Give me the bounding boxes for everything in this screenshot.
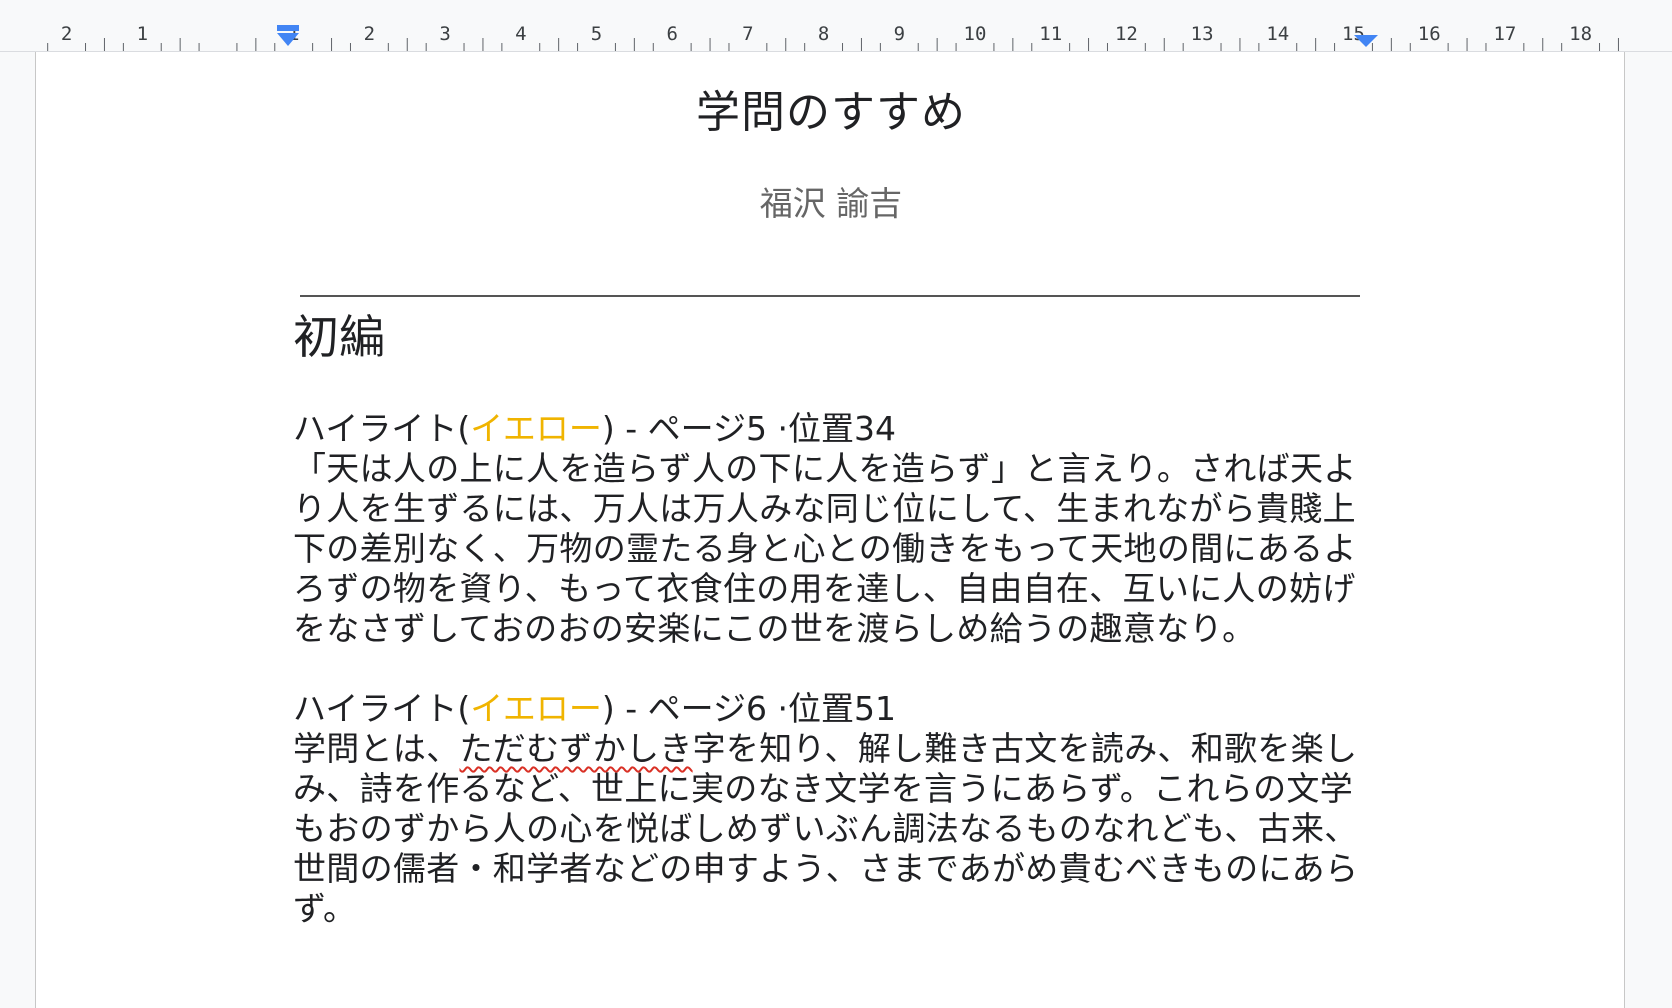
ruler-number: 17 — [1493, 23, 1516, 45]
ruler-number: 1 — [137, 23, 148, 45]
highlight-text-before: 学問とは、 — [293, 729, 460, 768]
document-body[interactable]: 初編 ハイライト(イエロー) - ページ5 ·位置34 「天は人の上に人を造らず… — [293, 307, 1373, 969]
ruler-number: 4 — [515, 23, 526, 45]
highlight-prefix: ハイライト( — [293, 689, 471, 728]
highlight-location: ) - ページ5 ·位置34 — [601, 409, 896, 448]
highlight-text[interactable]: 学問とは、ただむずかしき字を知り、解し難き古文を読み、和歌を楽しみ、詩を作るなど… — [293, 729, 1373, 929]
document-page[interactable]: 学問のすすめ 福沢 諭吉 初編 ハイライト(イエロー) - ページ5 ·位置34… — [35, 52, 1625, 1008]
horizontal-ruler[interactable]: 21123456789101112131415161718 — [0, 0, 1672, 52]
highlight-text[interactable]: 「天は人の上に人を造らず人の下に人を造らず」と言えり。されば天より人を生ずるには… — [293, 449, 1373, 649]
highlight-entry-1[interactable]: ハイライト(イエロー) - ページ5 ·位置34 「天は人の上に人を造らず人の下… — [293, 409, 1373, 649]
ruler-number: 2 — [364, 23, 375, 45]
highlight-prefix: ハイライト( — [293, 409, 471, 448]
highlight-header[interactable]: ハイライト(イエロー) - ページ6 ·位置51 — [293, 689, 1373, 729]
horizontal-rule — [300, 295, 1360, 297]
highlight-entry-2[interactable]: ハイライト(イエロー) - ページ6 ·位置51 学問とは、ただむずかしき字を知… — [293, 689, 1373, 929]
ruler-number: 10 — [964, 23, 987, 45]
ruler-number: 7 — [742, 23, 753, 45]
ruler-number: 8 — [818, 23, 829, 45]
ruler-number: 11 — [1039, 23, 1062, 45]
ruler-number: 3 — [439, 23, 450, 45]
highlight-color-label: イエロー — [470, 409, 602, 448]
document-subtitle[interactable]: 福沢 諭吉 — [36, 177, 1626, 225]
highlight-header[interactable]: ハイライト(イエロー) - ページ5 ·位置34 — [293, 409, 1373, 449]
ruler-number: 14 — [1266, 23, 1289, 45]
ruler-number: 9 — [894, 23, 905, 45]
ruler-number: 6 — [666, 23, 677, 45]
section-heading[interactable]: 初編 — [293, 307, 1373, 367]
ruler-number: 13 — [1191, 23, 1214, 45]
ruler-number: 12 — [1115, 23, 1138, 45]
document-editor: 21123456789101112131415161718 学問のすすめ 福沢 … — [0, 0, 1672, 1008]
ruler-number: 18 — [1569, 23, 1592, 45]
ruler-number: 16 — [1418, 23, 1441, 45]
document-title[interactable]: 学問のすすめ — [36, 76, 1626, 140]
ruler-number: 2 — [61, 23, 72, 45]
ruler-number: 5 — [591, 23, 602, 45]
highlight-color-label: イエロー — [470, 689, 602, 728]
highlight-location: ) - ページ6 ·位置51 — [601, 689, 896, 728]
misspelled-word[interactable]: ただむずかしき — [460, 729, 693, 768]
ruler-graphic: 21123456789101112131415161718 — [47, 23, 1619, 51]
